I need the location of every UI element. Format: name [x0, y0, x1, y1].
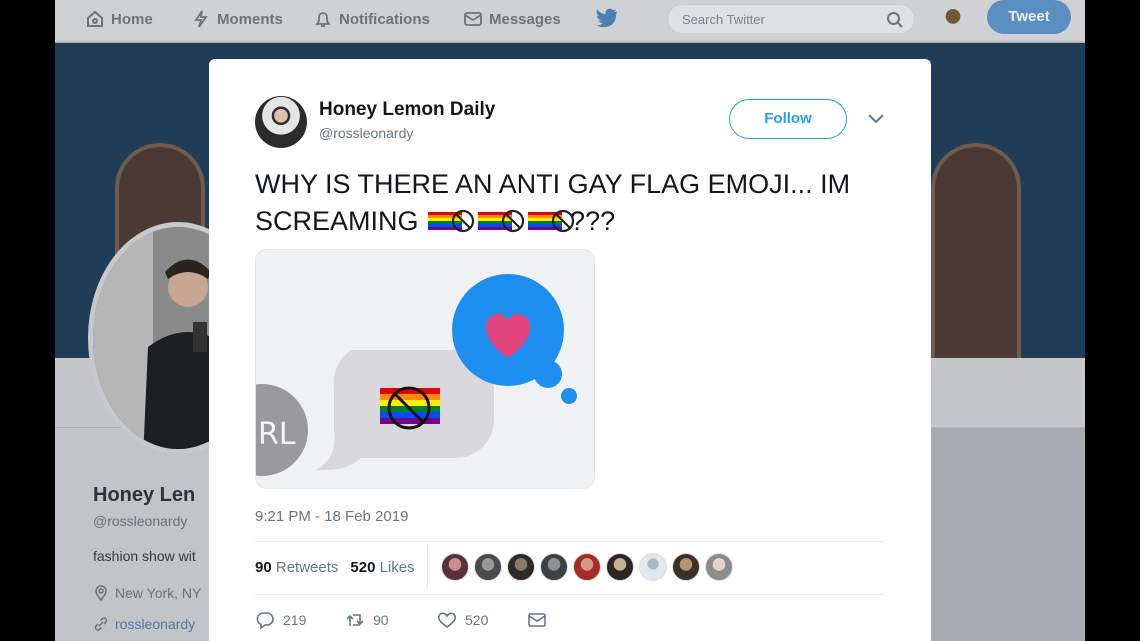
liker-avatar[interactable]	[705, 553, 733, 581]
no-pride-flag-illustration	[380, 386, 440, 430]
like-action[interactable]: 520	[437, 610, 488, 630]
likes-count: 520	[350, 559, 376, 576]
nav-moments[interactable]: Moments	[191, 8, 283, 30]
location-icon	[95, 585, 107, 601]
search-input[interactable]: Search Twitter	[667, 4, 915, 34]
link-icon	[94, 617, 108, 631]
retweet-count: 90	[373, 612, 389, 628]
nav-notifications[interactable]: Notifications	[313, 8, 430, 30]
tweet-text-line2-suffix: ???	[570, 206, 616, 236]
follow-button[interactable]: Follow	[729, 99, 847, 139]
author-avatar[interactable]	[255, 96, 307, 148]
tweet-text: WHY IS THERE AN ANTI GAY FLAG EMOJI... I…	[255, 166, 895, 240]
profile-location-text: New York, NY	[115, 585, 202, 601]
nav-messages[interactable]: Messages	[463, 8, 561, 30]
divider	[255, 541, 885, 542]
liker-avatar[interactable]	[507, 553, 535, 581]
no-pride-flag-emoji-icon	[478, 209, 525, 233]
retweets-label: Retweets	[275, 559, 339, 576]
profile-bio: fashion show wit	[93, 548, 196, 564]
liker-avatar[interactable]	[573, 553, 601, 581]
liker-avatar-default[interactable]	[639, 553, 667, 581]
tweet-timestamp[interactable]: 9:21 PM - 18 Feb 2019	[255, 508, 408, 525]
author-name[interactable]: Honey Lemon Daily	[319, 99, 495, 121]
retweets-stat[interactable]: 90 Retweets	[255, 559, 338, 576]
tweet-text-line1: WHY IS THERE AN ANTI GAY FLAG EMOJI... I…	[255, 169, 851, 199]
retweets-count: 90	[255, 559, 272, 576]
reply-count: 219	[283, 612, 307, 628]
retweet-action[interactable]: 90	[345, 610, 389, 630]
tweet-media[interactable]: RL	[255, 249, 595, 489]
stats-divider	[427, 545, 428, 589]
author-handle[interactable]: @rossleonardy	[319, 125, 413, 141]
likers-avatars	[441, 553, 733, 581]
no-pride-flag-emoji-icon	[528, 209, 575, 233]
nav-notifications-label: Notifications	[339, 10, 430, 28]
tweet-media-illustration: RL	[256, 250, 594, 488]
twitter-page: Home Moments Notifications Messages Sear…	[55, 0, 1085, 641]
search-placeholder: Search Twitter	[682, 12, 765, 27]
profile-name: Honey Len	[93, 484, 196, 506]
twitter-bird-icon[interactable]	[595, 8, 619, 30]
tweet-text-line2-prefix: SCREAMING	[255, 206, 419, 236]
liker-avatar[interactable]	[474, 553, 502, 581]
direct-message-action[interactable]	[527, 610, 547, 630]
nav-messages-label: Messages	[489, 10, 561, 28]
liker-avatar[interactable]	[441, 553, 469, 581]
nav-home-label: Home	[111, 10, 153, 28]
retweet-icon	[346, 614, 364, 626]
no-pride-flag-emoji-icon	[428, 209, 475, 233]
profile-link-text: rossleonardy	[115, 616, 196, 632]
tweet-modal: Honey Lemon Daily @rossleonardy Follow W…	[209, 59, 931, 641]
moments-icon	[194, 10, 208, 28]
messages-icon	[464, 12, 482, 26]
profile-link[interactable]: rossleonardy	[93, 616, 213, 632]
reply-action[interactable]: 219	[255, 610, 306, 630]
likes-stat[interactable]: 520 Likes	[350, 559, 414, 576]
liker-avatar[interactable]	[672, 553, 700, 581]
contact-initials: RL	[258, 417, 296, 452]
home-icon	[87, 10, 103, 27]
reply-icon	[256, 612, 274, 630]
divider	[255, 594, 885, 595]
dm-icon	[528, 613, 546, 627]
like-icon	[437, 612, 457, 628]
liker-avatar[interactable]	[606, 553, 634, 581]
profile-location: New York, NY	[93, 585, 213, 601]
chevron-down-icon[interactable]	[867, 113, 885, 125]
top-nav: Home Moments Notifications Messages Sear…	[55, 0, 1085, 42]
likes-label: Likes	[379, 559, 415, 576]
account-avatar[interactable]	[937, 2, 969, 34]
liker-avatar[interactable]	[540, 553, 568, 581]
compose-tweet-button[interactable]: Tweet	[987, 0, 1071, 34]
like-count: 520	[465, 612, 489, 628]
nav-moments-label: Moments	[217, 10, 283, 28]
search-icon[interactable]	[886, 11, 904, 29]
nav-home[interactable]: Home	[85, 8, 153, 30]
notifications-icon	[315, 12, 331, 27]
profile-handle: @rossleonardy	[93, 513, 188, 529]
tweet-stats: 90 Retweets 520 Likes	[255, 559, 415, 576]
